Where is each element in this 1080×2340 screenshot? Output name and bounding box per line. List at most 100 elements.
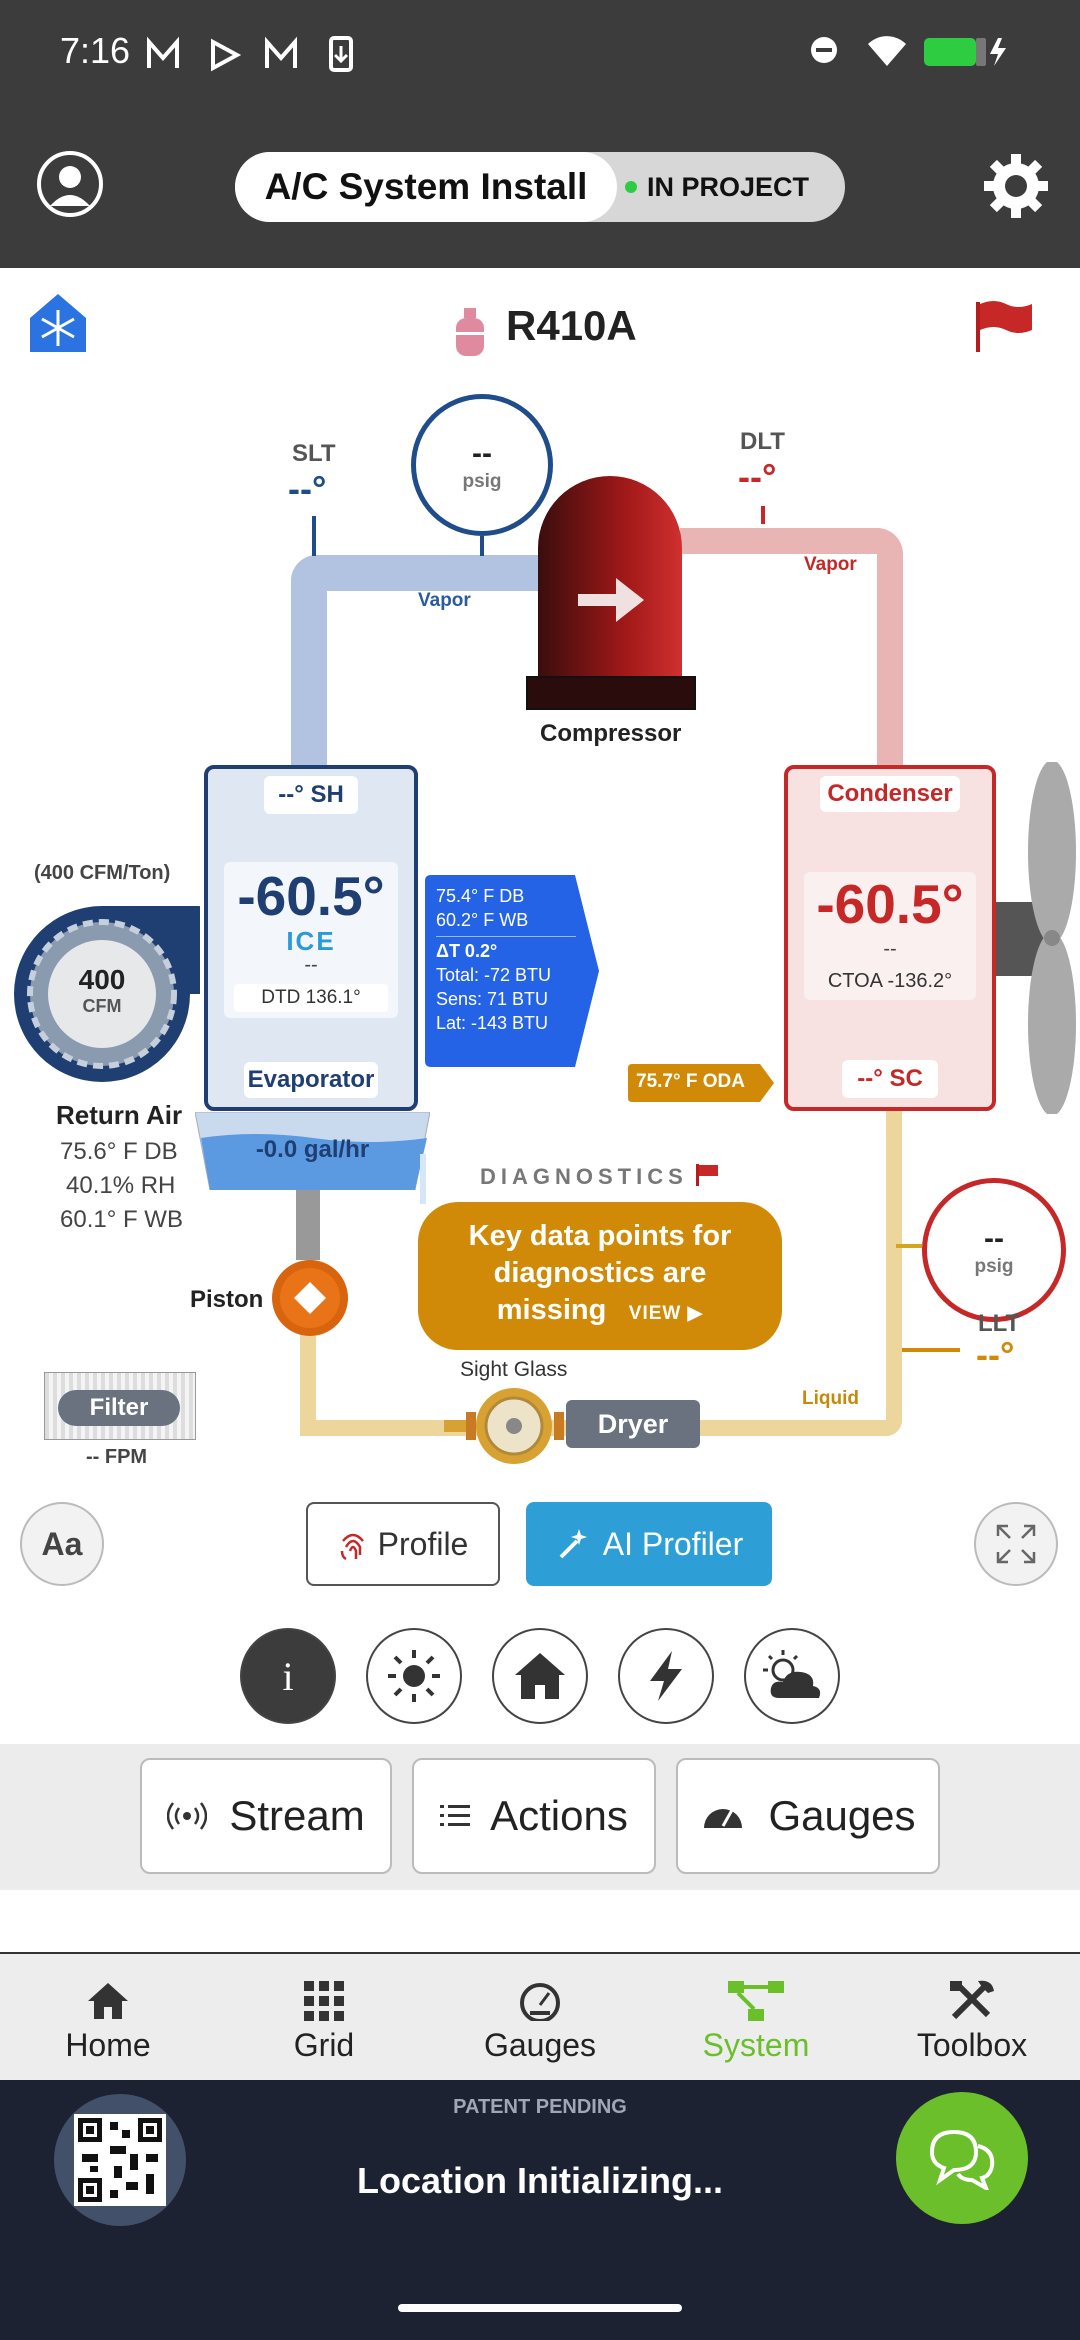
condenser-fan-icon: [996, 762, 1076, 1114]
home-mode-button[interactable]: [492, 1628, 588, 1724]
superheat-badge[interactable]: --° SH: [264, 776, 358, 814]
status-bar: 7:16: [0, 0, 1080, 110]
nav-toolbox-label: Toolbox: [916, 2027, 1028, 2063]
metering-pipe: [296, 1190, 320, 1260]
profile-label: Profile: [377, 1525, 469, 1562]
chat-bubbles-icon: [929, 2129, 995, 2190]
filter-label: Filter: [58, 1390, 180, 1426]
return-air-db: 75.6° F DB: [60, 1138, 178, 1165]
condensate-rate[interactable]: -0.0 gal/hr: [195, 1136, 430, 1164]
info-total: Total: -72 BTU: [436, 965, 552, 985]
dlt-label: DLT: [740, 428, 785, 455]
drip-line: [420, 1154, 426, 1204]
list-icon: [440, 1805, 471, 1826]
nav-toolbox[interactable]: Toolbox: [864, 1954, 1080, 2074]
project-status: IN PROJECT: [625, 152, 835, 222]
compressor-base: [526, 676, 696, 710]
cooling-mode-icon[interactable]: [26, 290, 90, 356]
tab-gauges[interactable]: Gauges: [676, 1758, 940, 1874]
liquid-label: Liquid: [802, 1388, 859, 1409]
slt-probe: [312, 516, 316, 556]
return-air-title[interactable]: Return Air: [56, 1100, 182, 1131]
slt-temp[interactable]: --°: [288, 468, 326, 510]
sight-glass-label: Sight Glass: [460, 1358, 568, 1381]
ai-profiler-button[interactable]: AI Profiler: [526, 1502, 772, 1586]
liquid-gauge-stem: [896, 1244, 922, 1248]
filter-fpm: -- FPM: [86, 1446, 148, 1468]
expand-button[interactable]: [974, 1502, 1058, 1586]
suction-pressure-gauge[interactable]: -- psig: [411, 394, 553, 536]
gauges-icon: [520, 1983, 560, 2021]
condenser-temp: -60.5°: [816, 873, 964, 935]
project-status-label: IN PROJECT: [647, 171, 810, 202]
diagnostics-title: DIAGNOSTICS: [480, 1164, 688, 1189]
sun-icon: [388, 1650, 440, 1702]
wifi-icon: [868, 36, 906, 66]
profile-button[interactable]: Profile: [306, 1502, 500, 1586]
suction-line-top: [291, 555, 541, 591]
status-dot-icon: [625, 181, 637, 193]
home-indicator[interactable]: [398, 2304, 682, 2312]
refrigerant-label[interactable]: R410A: [506, 302, 637, 350]
lightning-icon: [650, 1651, 682, 1701]
diagnostics-alert[interactable]: Key data points for diagnostics are miss…: [418, 1202, 782, 1350]
flag-icon[interactable]: [974, 298, 1034, 354]
llt-temp[interactable]: --°: [976, 1334, 1014, 1376]
dlt-temp[interactable]: --°: [738, 456, 776, 498]
oda-value: 75.7° F ODA: [636, 1071, 745, 1092]
status-time: 7:16: [60, 30, 131, 71]
electric-mode-button[interactable]: [618, 1628, 714, 1724]
refrigerant-tank-icon: [456, 308, 484, 356]
info-icon: i: [282, 1653, 294, 1699]
return-air-wb: 60.1° F WB: [60, 1206, 183, 1233]
font-size-button[interactable]: Aa: [20, 1502, 104, 1586]
nav-gauges[interactable]: Gauges: [432, 1954, 648, 2074]
tools-icon: [950, 1980, 994, 2020]
piston-label: Piston: [190, 1286, 264, 1313]
diagnostics-view-link[interactable]: VIEW ▶: [629, 1303, 703, 1324]
suction-gauge-stem: [480, 536, 484, 556]
tab-gauges-label: Gauges: [768, 1792, 916, 1839]
info-wb: 60.2° F WB: [436, 910, 529, 930]
condenser-label: Condenser: [820, 776, 960, 812]
blower-cfm: 400: [78, 964, 126, 995]
evaporator-temp: -60.5°: [237, 865, 385, 927]
subcool-badge[interactable]: --° SC: [842, 1060, 938, 1098]
house-icon: [515, 1653, 565, 1699]
info-db: 75.4° F DB: [436, 886, 525, 906]
info-dt: ΔT 0.2°: [436, 941, 498, 961]
nav-system[interactable]: System: [648, 1954, 864, 2074]
piston-icon[interactable]: [270, 1258, 350, 1338]
nav-gauges-label: Gauges: [483, 2027, 597, 2063]
stream-icon: [167, 1802, 208, 1830]
cfm-per-ton: (400 CFM/Ton): [34, 862, 171, 884]
system-icon: [728, 1981, 784, 2021]
chat-button[interactable]: [896, 2092, 1028, 2224]
dryer-label[interactable]: Dryer: [566, 1400, 700, 1448]
battery-icon: [924, 38, 1006, 66]
llt-probe: [902, 1348, 960, 1352]
ctoa-value: CTOA -136.2°: [827, 970, 953, 992]
air-info-text: 75.4° F DB 60.2° F WB ΔT 0.2° Total: -72…: [436, 884, 576, 1035]
info-mode-button[interactable]: i: [240, 1628, 336, 1724]
settings-gear-icon[interactable]: [980, 150, 1052, 222]
user-avatar-icon[interactable]: [36, 150, 104, 218]
info-lat: Lat: -143 BTU: [436, 1013, 549, 1033]
nav-grid[interactable]: Grid: [216, 1954, 432, 2074]
ai-profiler-label: AI Profiler: [602, 1525, 744, 1562]
condenser-dash: --: [883, 938, 897, 960]
weather-mode-button[interactable]: [744, 1628, 840, 1724]
evaporator-dash: --: [304, 954, 318, 976]
nav-home[interactable]: Home: [0, 1954, 216, 2074]
tab-stream[interactable]: Stream: [140, 1758, 392, 1874]
nav-grid-label: Grid: [293, 2027, 355, 2063]
suction-line-down: [291, 555, 327, 770]
tab-actions[interactable]: Actions: [412, 1758, 656, 1874]
liquid-pressure-gauge[interactable]: -- psig: [922, 1178, 1066, 1322]
diagnostics-msg-3: missing: [496, 1294, 607, 1326]
sun-mode-button[interactable]: [366, 1628, 462, 1724]
sight-glass-icon[interactable]: [444, 1386, 576, 1466]
discharge-line-down: [877, 528, 903, 768]
dlt-probe: [761, 506, 765, 524]
project-title: A/C System Install: [235, 152, 617, 222]
